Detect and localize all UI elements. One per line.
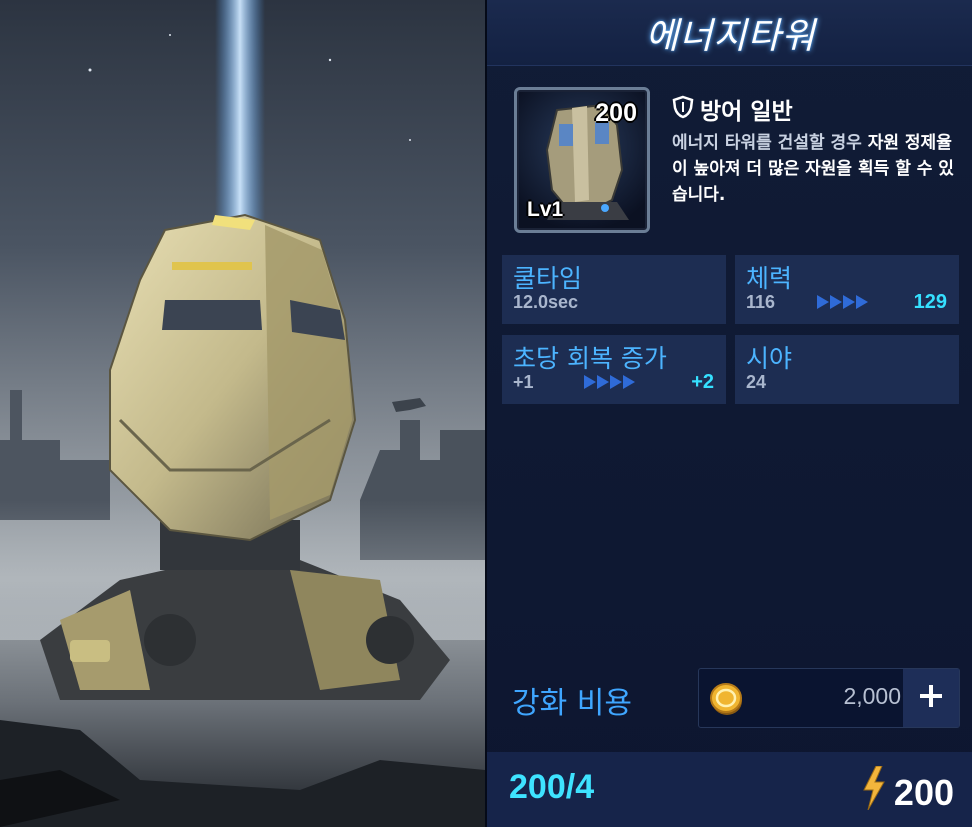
- stat-regen-next: +2: [691, 371, 714, 393]
- unit-cost-badge: 200: [595, 99, 637, 127]
- energy-counter: 200: [862, 765, 954, 819]
- unit-type-label: 방어 일반: [700, 99, 793, 125]
- resource-footer: 200/4 200: [487, 752, 972, 827]
- plus-icon: [918, 683, 944, 713]
- stat-cooldown-value: 12.0sec: [513, 292, 579, 312]
- stat-regen: 초당 회복 증가 +1 +2: [502, 335, 726, 404]
- unit-card[interactable]: 200 Lv1: [514, 87, 650, 233]
- shield-icon: [672, 95, 694, 123]
- stat-regen-label: 초당 회복 증가: [513, 344, 667, 373]
- energy-value: 200: [893, 771, 954, 813]
- supply-current: 200: [509, 768, 566, 806]
- stat-sight-value: 24: [746, 372, 767, 392]
- stat-health-next: 129: [913, 291, 947, 313]
- upgrade-button[interactable]: [903, 669, 959, 727]
- stat-health-label: 체력: [746, 264, 793, 293]
- unit-description: 에너지 타워를 건설할 경우 자원 정제율이 높아져 더 많은 자원을 획득 할…: [672, 130, 962, 208]
- lightning-bolt-icon: [862, 765, 886, 819]
- unit-type: 방어 일반: [672, 92, 793, 126]
- upgrade-cost-value: 2,000: [843, 683, 901, 709]
- title-bar: 에너지타워: [487, 0, 972, 66]
- stat-regen-current: +1: [513, 372, 534, 392]
- supply-separator: /: [565, 768, 576, 806]
- stat-health: 체력 116 129: [735, 255, 959, 324]
- gold-coin-icon: [709, 681, 745, 721]
- unit-artwork: [0, 0, 485, 827]
- stat-health-current: 116: [746, 292, 776, 312]
- upgrade-arrows-icon: [584, 375, 635, 389]
- upgrade-cost-label: 강화 비용: [512, 686, 632, 721]
- upgrade-cost-box: 2,000: [698, 668, 960, 728]
- supply-max: 4: [575, 768, 595, 806]
- unit-level-badge: Lv1: [527, 198, 564, 221]
- upgrade-arrows-icon: [817, 295, 868, 309]
- stat-sight: 시야 24: [735, 335, 959, 404]
- supply-counter: 200/4: [509, 768, 594, 807]
- stat-sight-label: 시야: [746, 344, 793, 373]
- unit-title: 에너지타워: [645, 15, 816, 57]
- description-text: 에너지 타워를 건설할 경우: [672, 133, 868, 153]
- stat-cooldown: 쿨타임 12.0sec: [502, 255, 726, 324]
- stat-cooldown-label: 쿨타임: [513, 264, 583, 293]
- unit-info-panel: 에너지타워 200 Lv1 방어 일반 에너지 타워를 건설할 경우 자원 정제…: [485, 0, 972, 827]
